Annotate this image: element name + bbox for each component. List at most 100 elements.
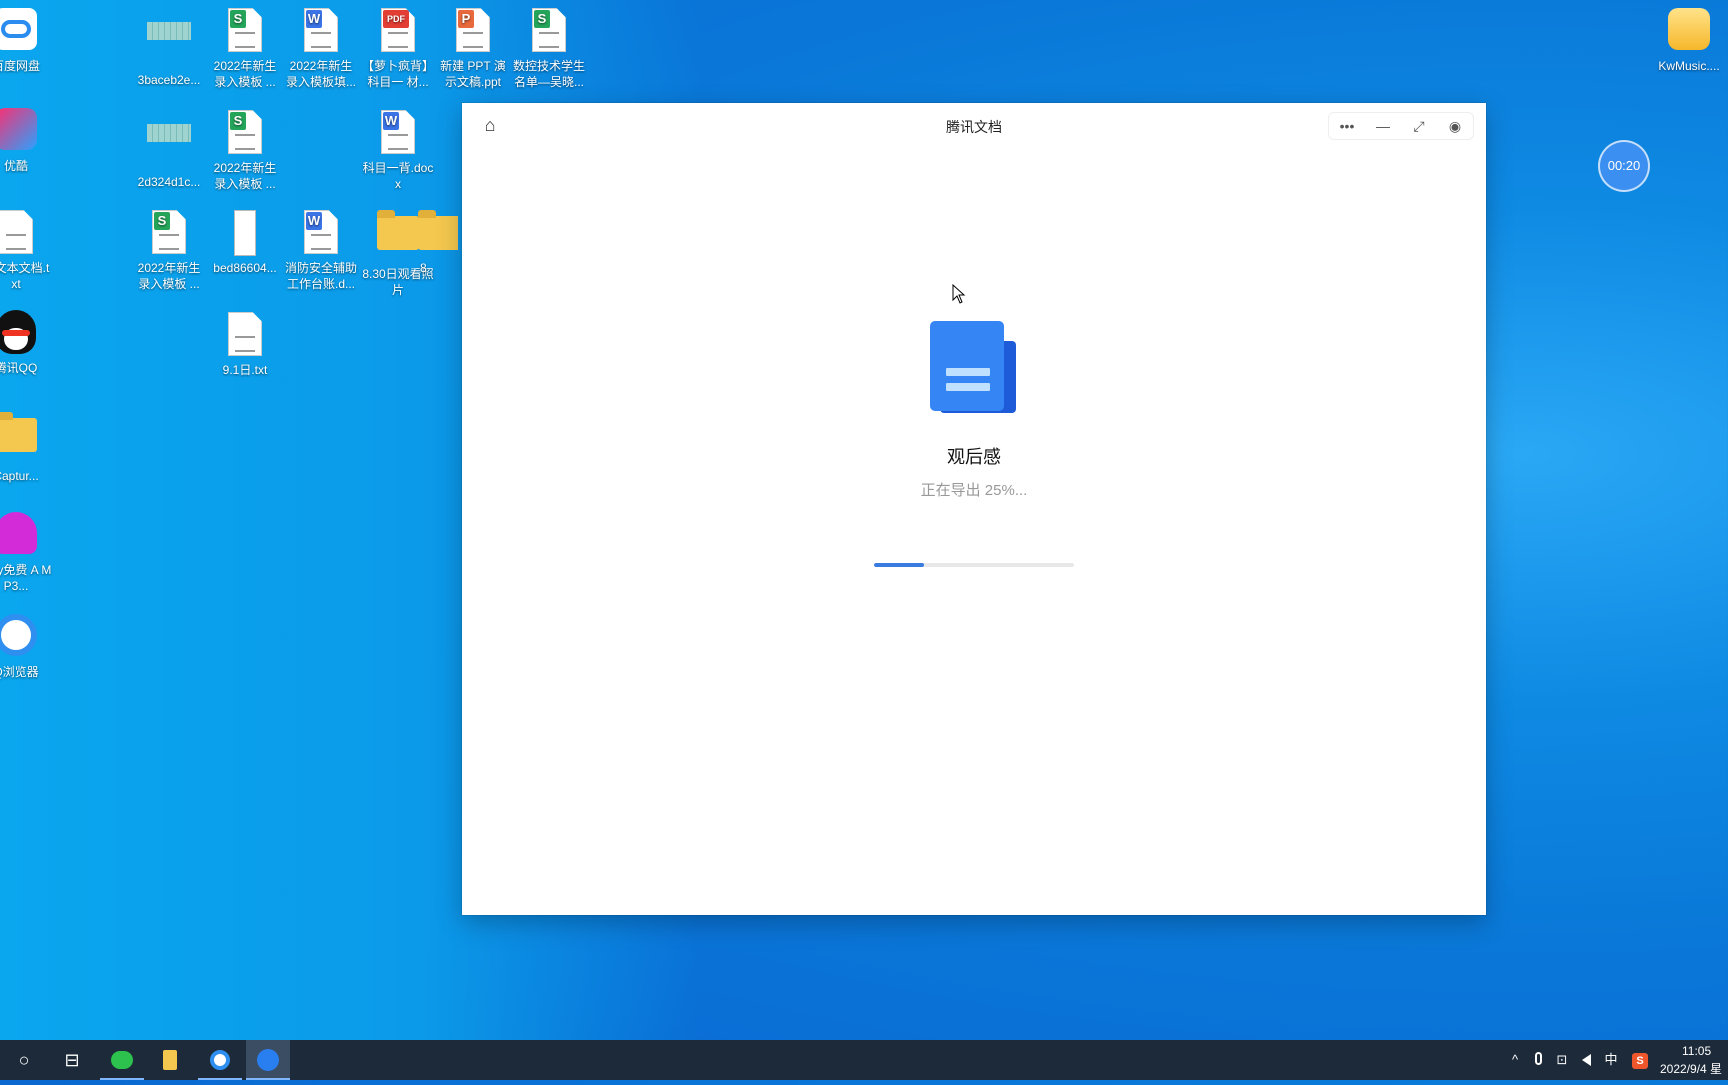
desktop-icon-label: 消防安全辅助工作台账.d... bbox=[285, 261, 358, 291]
desktop-icon-baidu-netdisk[interactable]: 百度网盘 bbox=[0, 8, 54, 74]
baidu-netdisk-icon bbox=[0, 8, 38, 52]
qq-browser-taskbar-button[interactable] bbox=[198, 1040, 242, 1080]
desktop-icon-new-text[interactable]: 建文本文档.txt bbox=[0, 210, 54, 292]
youku-icon bbox=[0, 108, 38, 152]
more-options-icon[interactable]: ••• bbox=[1329, 113, 1365, 139]
desktop-icon-bed86604[interactable]: bed86604... bbox=[207, 210, 283, 276]
network-icon[interactable]: ⊡ bbox=[1552, 1040, 1572, 1080]
desktop-icon-partial-folder[interactable]: 8 bbox=[418, 210, 458, 276]
wechat-taskbar-button[interactable] bbox=[100, 1040, 144, 1080]
file-explorer-taskbar-button[interactable] bbox=[148, 1040, 192, 1080]
desktop-icon-label: Captur... bbox=[0, 469, 39, 483]
desktop-icon-label: 2022年新生录入模板 ... bbox=[213, 59, 277, 89]
desktop-icon-pdf-kemu[interactable]: PDF 【萝卜疯背】科目一 材... bbox=[360, 8, 436, 90]
desktop-icon-label: 建文本文档.txt bbox=[0, 261, 50, 291]
sogou-ime-icon[interactable]: S bbox=[1628, 1040, 1652, 1080]
desktop-icon-label: 科目一背.docx bbox=[362, 161, 434, 191]
desktop-icon-sheet-template-3[interactable]: S 2022年新生录入模板 ... bbox=[131, 210, 207, 292]
desktop-icon-label: 3baceb2e... bbox=[137, 73, 201, 87]
export-status: 正在导出 25%... bbox=[920, 482, 1028, 499]
desktop-icon-youku[interactable]: 优酷 bbox=[0, 108, 54, 174]
taskbar: ○ ⊟ ^ ⊡ 中 S 11:05 2022/9/4 星 bbox=[0, 1040, 1728, 1080]
desktop-icon-qq[interactable]: 腾讯QQ bbox=[0, 310, 54, 376]
desktop-icon-label: bed86604... bbox=[213, 261, 277, 275]
desktop-icon-ppt[interactable]: P 新建 PPT 演示文稿.ppt bbox=[435, 8, 511, 90]
file-name: 观后感 bbox=[947, 447, 1001, 467]
mouse-cursor-icon bbox=[952, 284, 966, 304]
desktop-icon-word-template[interactable]: W 2022年新生录入模板填... bbox=[283, 8, 359, 90]
tray-overflow-chevron-icon[interactable]: ^ bbox=[1506, 1040, 1524, 1080]
desktop-icon-label: KwMusic.... bbox=[1658, 59, 1720, 73]
desktop-icon-label: 腾讯QQ bbox=[0, 361, 38, 375]
kwmusic-icon bbox=[1667, 8, 1711, 52]
clock-date: 2022/9/4 星 bbox=[1660, 1062, 1723, 1076]
minimize-button[interactable]: — bbox=[1365, 113, 1401, 139]
spreadsheet-file-icon: S bbox=[223, 110, 267, 154]
desktop-icon-label: 2022年新生录入模板填... bbox=[285, 59, 356, 89]
desktop-icon-label: 百度网盘 bbox=[0, 59, 40, 73]
word-file-icon: W bbox=[299, 8, 343, 52]
desktop-icon-label: 2022年新生录入模板 ... bbox=[137, 261, 201, 291]
desktop-icon-image-2d324d[interactable]: 2d324d1c... bbox=[131, 110, 207, 190]
desktop-icon-fire-safety[interactable]: W 消防安全辅助工作台账.d... bbox=[283, 210, 359, 292]
desktop-icon-capture-folder[interactable]: Captur... bbox=[0, 412, 54, 484]
start-search-button[interactable]: ○ bbox=[2, 1040, 46, 1080]
desktop-icon-label: 优酷 bbox=[3, 159, 28, 173]
desktop-icon-label: 2022年新生录入模板 ... bbox=[213, 161, 277, 191]
word-file-icon: W bbox=[376, 110, 420, 154]
desktop-icon-label: 新建 PPT 演示文稿.ppt bbox=[440, 59, 506, 89]
folder-icon bbox=[0, 412, 38, 462]
qq-penguin-icon bbox=[0, 310, 38, 354]
image-thumbnail-icon bbox=[147, 22, 191, 66]
rabbit-app-icon bbox=[0, 512, 38, 556]
ime-indicator[interactable]: 中 bbox=[1600, 1040, 1622, 1080]
desktop-icon-91-txt[interactable]: 9.1日.txt bbox=[207, 312, 283, 378]
text-file-icon bbox=[223, 312, 267, 356]
volume-icon[interactable] bbox=[1576, 1040, 1596, 1080]
close-record-button[interactable]: ◉ bbox=[1437, 113, 1473, 139]
window-controls: ••• — ⤢ ◉ bbox=[1328, 112, 1474, 140]
microphone-icon[interactable] bbox=[1528, 1040, 1548, 1080]
ppt-file-icon: P bbox=[451, 8, 495, 52]
word-file-icon: W bbox=[299, 210, 343, 254]
desktop-icon-image-3baceb[interactable]: 3baceb2e... bbox=[131, 8, 207, 88]
desktop-icon-label: 数控技术学生名单—吴晓... bbox=[513, 59, 586, 89]
system-clock[interactable]: 11:05 2022/9/4 星 bbox=[1660, 1042, 1728, 1078]
spreadsheet-file-icon: S bbox=[223, 8, 267, 52]
desktop-icon-label: 【萝卜疯背】科目一 材... bbox=[362, 59, 435, 89]
qq-browser-icon bbox=[0, 614, 38, 658]
tencent-docs-taskbar-button[interactable] bbox=[246, 1040, 290, 1080]
desktop-icon-kemu-docx[interactable]: W 科目一背.docx bbox=[360, 110, 436, 192]
qq-browser-icon bbox=[210, 1050, 230, 1070]
desktop-icon-sheet-template-2[interactable]: S 2022年新生录入模板 ... bbox=[207, 110, 283, 192]
tencent-docs-icon bbox=[257, 1049, 279, 1071]
pdf-file-icon: PDF bbox=[376, 8, 420, 52]
recording-timer[interactable]: 00:20 bbox=[1598, 140, 1650, 192]
document-icon bbox=[930, 321, 1016, 413]
desktop-icon-mp3-app[interactable]: fony免费 A MP3... bbox=[0, 512, 54, 594]
desktop-icon-student-list[interactable]: S 数控技术学生名单—吴晓... bbox=[511, 8, 587, 90]
export-progress-bar bbox=[874, 563, 1074, 567]
desktop-icon-label: fony免费 A MP3... bbox=[0, 563, 52, 593]
spreadsheet-file-icon: S bbox=[527, 8, 571, 52]
desktop-icon-label: 8 bbox=[420, 261, 427, 275]
desktop-icon-label: Q浏览器 bbox=[0, 665, 39, 679]
spreadsheet-file-icon: S bbox=[147, 210, 191, 254]
wechat-icon bbox=[111, 1051, 133, 1069]
tencent-docs-window: ⌂ 腾讯文档 ••• — ⤢ ◉ 观后感 正在导出 25%... bbox=[462, 103, 1486, 915]
desktop-icon-qq-browser[interactable]: Q浏览器 bbox=[0, 614, 54, 680]
clock-time: 11:05 bbox=[1682, 1044, 1712, 1058]
folder-icon bbox=[163, 1050, 177, 1070]
maximize-button[interactable]: ⤢ bbox=[1401, 113, 1437, 139]
text-file-icon bbox=[0, 210, 38, 254]
task-view-button[interactable]: ⊟ bbox=[50, 1040, 94, 1080]
long-image-icon bbox=[223, 210, 267, 256]
desktop-icon-label: 2d324d1c... bbox=[137, 175, 201, 189]
folder-icon bbox=[418, 210, 458, 260]
export-progress-fill bbox=[874, 563, 924, 567]
desktop-icon-sheet-template-1[interactable]: S 2022年新生录入模板 ... bbox=[207, 8, 283, 90]
desktop-icon-label: 9.1日.txt bbox=[222, 363, 268, 377]
desktop-icon-kwmusic[interactable]: KwMusic.... bbox=[1651, 8, 1727, 74]
image-thumbnail-icon bbox=[147, 124, 191, 168]
folder-icon bbox=[376, 210, 420, 260]
